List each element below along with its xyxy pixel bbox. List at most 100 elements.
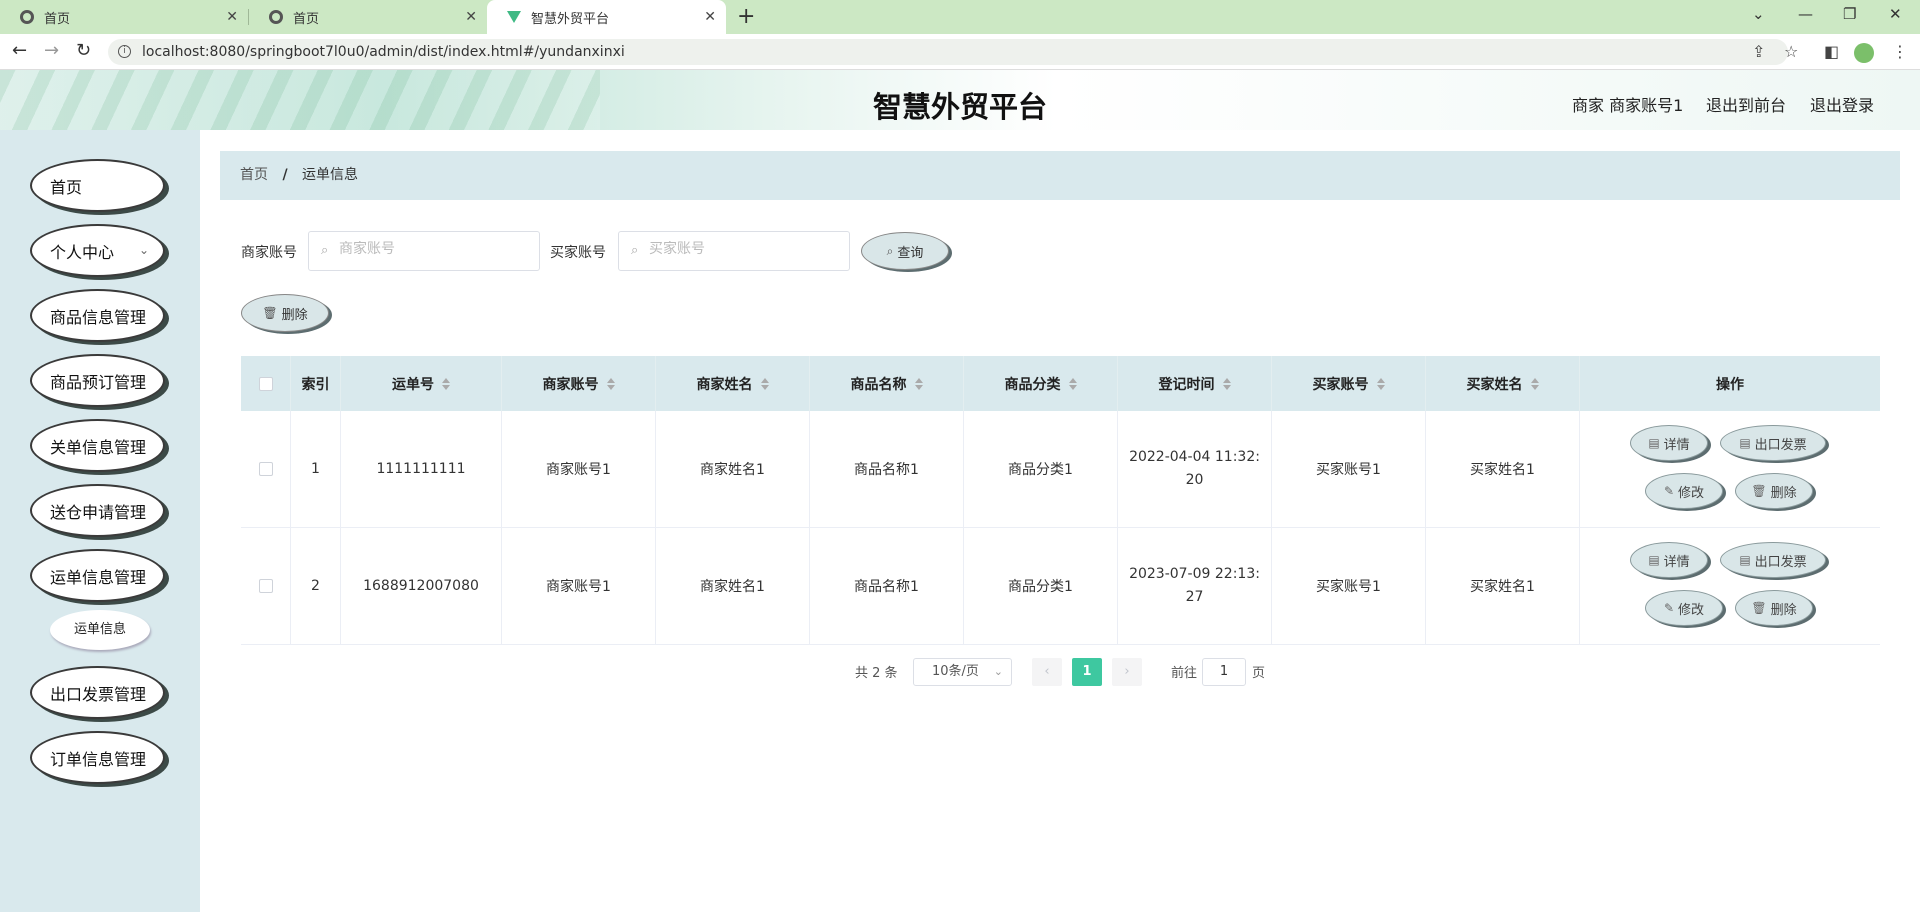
sidebar-item-home[interactable]: 首页 <box>30 159 165 212</box>
row-checkbox[interactable] <box>258 462 273 476</box>
invoice-button[interactable]: ▤ 出口发票 <box>1720 542 1826 578</box>
header-category[interactable]: 商品分类 <box>964 356 1118 411</box>
batch-delete-button[interactable]: 🗑 删除 <box>241 294 329 332</box>
address-bar: ← → ↻ i localhost:8080/springboot7l0u0/a… <box>0 34 1920 70</box>
sidebar-item-customs[interactable]: 关单信息管理 <box>30 419 165 472</box>
header-time[interactable]: 登记时间 <box>1118 356 1272 411</box>
header-buyer-name[interactable]: 买家姓名 <box>1426 356 1580 411</box>
document-icon: ▤ <box>1648 436 1660 450</box>
sidebar-item-product-booking[interactable]: 商品预订管理 <box>30 354 165 407</box>
header-label: 登记时间 <box>1158 376 1215 393</box>
detail-button[interactable]: ▤ 详情 <box>1630 542 1708 578</box>
header-label: 商家账号 <box>542 376 599 393</box>
buyer-account-field[interactable]: ⌕ <box>618 231 850 271</box>
profile-avatar[interactable] <box>1854 43 1874 63</box>
trash-icon: 🗑 <box>262 306 278 320</box>
sidebar-item-waybill[interactable]: 运单信息管理 <box>30 549 165 602</box>
sidebar-item-product-info[interactable]: 商品信息管理 <box>30 289 165 342</box>
side-panel-icon[interactable]: ◧ <box>1824 42 1839 61</box>
browser-tab-1[interactable]: 首页 ✕ <box>0 0 248 34</box>
edit-button[interactable]: ✎ 修改 <box>1645 473 1723 509</box>
new-tab-icon[interactable]: + <box>737 4 755 29</box>
merchant-account-label: 商家账号 <box>241 245 297 261</box>
page-size-select[interactable]: 10条/页 ⌄ <box>913 658 1012 686</box>
edit-button[interactable]: ✎ 修改 <box>1645 590 1723 626</box>
current-page-button[interactable]: 1 <box>1072 658 1102 686</box>
header-merchant-account[interactable]: 商家账号 <box>502 356 656 411</box>
header-merchant-name[interactable]: 商家姓名 <box>656 356 810 411</box>
sidebar-item-personal-center[interactable]: 个人中心 ⌄ <box>30 224 165 277</box>
sidebar-item-export-invoice[interactable]: 出口发票管理 <box>30 666 165 719</box>
delete-label: 删除 <box>1770 485 1797 501</box>
merchant-account-input[interactable] <box>339 241 529 257</box>
forward-icon[interactable]: → <box>44 40 59 61</box>
cell-merchant-name: 商家姓名1 <box>656 528 810 644</box>
sidebar-item-label: 商品信息管理 <box>50 307 147 327</box>
url-text: localhost:8080/springboot7l0u0/admin/dis… <box>142 44 625 60</box>
detail-label: 详情 <box>1663 437 1690 453</box>
goto-prefix: 前往 <box>1171 666 1198 681</box>
sidebar-item-warehouse[interactable]: 送仓申请管理 <box>30 484 165 537</box>
url-field[interactable]: i localhost:8080/springboot7l0u0/admin/d… <box>108 39 1788 65</box>
sort-icon[interactable] <box>1530 377 1539 390</box>
sort-icon[interactable] <box>914 377 923 390</box>
query-button-label: 查询 <box>897 245 924 261</box>
invoice-button[interactable]: ▤ 出口发票 <box>1720 425 1826 461</box>
delete-button[interactable]: 🗑 删除 <box>1735 590 1813 626</box>
cell-actions: ▤ 详情 ▤ 出口发票 ✎ 修改 🗑 删除 <box>1580 411 1880 527</box>
select-all-checkbox[interactable] <box>258 376 273 391</box>
merchant-account-field[interactable]: ⌕ <box>308 231 540 271</box>
prev-page-button[interactable]: ‹ <box>1032 658 1062 686</box>
cell-buyer-account: 买家账号1 <box>1272 528 1426 644</box>
close-icon[interactable]: ✕ <box>226 9 238 25</box>
cell-merchant-account: 商家账号1 <box>502 411 656 527</box>
chevron-down-icon[interactable]: ⌄ <box>1752 5 1765 23</box>
restore-icon[interactable]: ❐ <box>1843 5 1856 23</box>
app-header: 智慧外贸平台 商家 商家账号1 退出到前台 退出登录 <box>0 70 1920 130</box>
close-icon[interactable]: ✕ <box>465 9 477 25</box>
reload-icon[interactable]: ↻ <box>76 40 91 61</box>
info-icon[interactable]: i <box>118 45 131 58</box>
share-icon[interactable]: ⇪ <box>1752 42 1765 61</box>
next-page-button[interactable]: › <box>1112 658 1142 686</box>
cell-index: 2 <box>291 528 341 644</box>
header-product-name[interactable]: 商品名称 <box>810 356 964 411</box>
detail-button[interactable]: ▤ 详情 <box>1630 425 1708 461</box>
tab-title: 首页 <box>44 11 71 27</box>
cell-buyer-name: 买家姓名1 <box>1426 528 1580 644</box>
breadcrumb: 首页 / 运单信息 <box>220 151 1900 200</box>
table-row: 1 1111111111 商家账号1 商家姓名1 商品名称1 商品分类1 202… <box>241 411 1880 528</box>
sort-icon[interactable] <box>606 377 615 390</box>
cell-actions: ▤ 详情 ▤ 出口发票 ✎ 修改 🗑 删除 <box>1580 528 1880 644</box>
row-checkbox[interactable] <box>258 579 273 593</box>
close-icon[interactable]: ✕ <box>704 9 716 25</box>
breadcrumb-home[interactable]: 首页 <box>240 167 268 183</box>
bookmark-star-icon[interactable]: ☆ <box>1784 42 1798 61</box>
header-waybill[interactable]: 运单号 <box>341 356 502 411</box>
browser-tab-3[interactable]: 智慧外贸平台 ✕ <box>487 0 726 34</box>
globe-icon <box>20 10 34 24</box>
sidebar-subitem-waybill-info[interactable]: 运单信息 <box>50 610 150 650</box>
back-icon[interactable]: ← <box>12 40 27 61</box>
sidebar-item-orders[interactable]: 订单信息管理 <box>30 731 165 784</box>
query-button[interactable]: ⌕ 查询 <box>861 232 949 270</box>
sort-icon[interactable] <box>1068 377 1077 390</box>
globe-icon <box>269 10 283 24</box>
edit-label: 修改 <box>1678 485 1705 501</box>
sort-icon[interactable] <box>1376 377 1385 390</box>
header-buyer-account[interactable]: 买家账号 <box>1272 356 1426 411</box>
goto-page-input[interactable]: 1 <box>1202 658 1246 686</box>
back-to-front-link[interactable]: 退出到前台 <box>1706 92 1786 116</box>
delete-button[interactable]: 🗑 删除 <box>1735 473 1813 509</box>
sort-icon[interactable] <box>760 377 769 390</box>
menu-dots-icon[interactable]: ⋮ <box>1892 42 1908 61</box>
cell-merchant-name: 商家姓名1 <box>656 411 810 527</box>
browser-tab-2[interactable]: 首页 ✕ <box>249 0 487 34</box>
header-label: 商品分类 <box>1004 376 1061 393</box>
buyer-account-input[interactable] <box>649 241 839 257</box>
close-window-icon[interactable]: ✕ <box>1889 5 1902 23</box>
logout-link[interactable]: 退出登录 <box>1810 92 1874 116</box>
sort-icon[interactable] <box>1222 377 1231 390</box>
sort-icon[interactable] <box>442 377 450 390</box>
minimize-icon[interactable]: — <box>1798 5 1813 23</box>
